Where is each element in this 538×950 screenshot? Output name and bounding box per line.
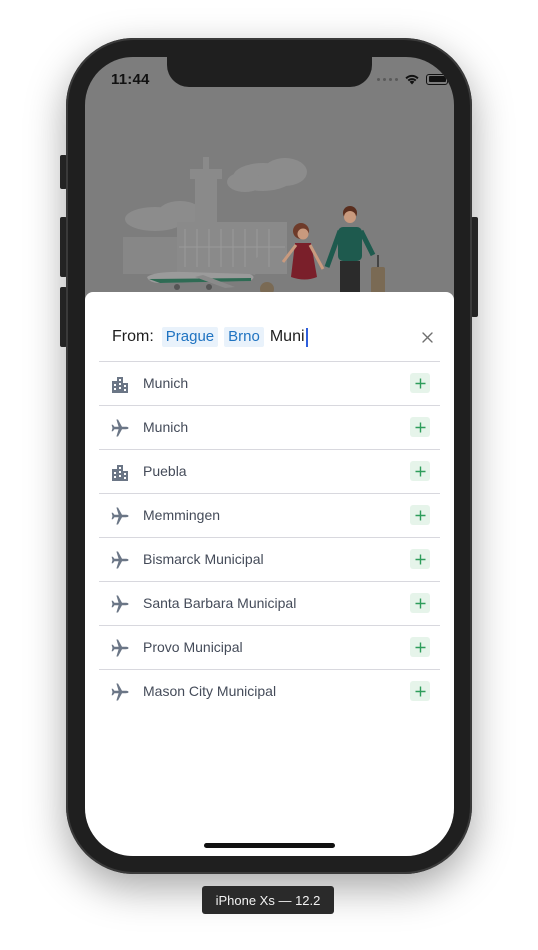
- result-label: Munich: [143, 375, 189, 391]
- result-item[interactable]: Bismarck Municipal: [99, 538, 440, 582]
- results-list: Munich Munich Puebla Memmingen Bismarck …: [99, 362, 440, 713]
- add-button[interactable]: [410, 681, 430, 701]
- plus-icon: [415, 510, 425, 520]
- from-label: From:: [112, 328, 154, 345]
- power-button: [471, 217, 478, 317]
- airplane-icon: [111, 551, 129, 569]
- result-item[interactable]: Mason City Municipal: [99, 670, 440, 713]
- result-label: Bismarck Municipal: [143, 551, 264, 567]
- add-button[interactable]: [410, 461, 430, 481]
- add-button[interactable]: [410, 637, 430, 657]
- result-label: Mason City Municipal: [143, 683, 277, 699]
- add-button[interactable]: [410, 549, 430, 569]
- result-item[interactable]: Provo Municipal: [99, 626, 440, 670]
- plus-icon: [415, 598, 425, 608]
- airplane-icon: [111, 639, 129, 657]
- wifi-icon: [405, 74, 419, 85]
- selected-chip-prague[interactable]: Prague: [161, 327, 219, 347]
- notch: [167, 57, 372, 87]
- search-input[interactable]: Muni: [270, 328, 305, 346]
- search-field[interactable]: From: Prague Brno Muni: [112, 325, 434, 349]
- result-label: Provo Municipal: [143, 639, 243, 655]
- result-item[interactable]: Puebla: [99, 450, 440, 494]
- phone-screen: 11:44 From: Prague Brno Muni Munich Muni…: [85, 57, 454, 856]
- signal-icon: [377, 77, 398, 81]
- airplane-icon: [111, 507, 129, 525]
- add-button[interactable]: [410, 373, 430, 393]
- selected-chip-brno[interactable]: Brno: [224, 327, 264, 347]
- add-button[interactable]: [410, 505, 430, 525]
- battery-icon: [426, 73, 451, 85]
- plus-icon: [415, 466, 425, 476]
- result-label: Memmingen: [143, 507, 221, 523]
- result-label: Santa Barbara Municipal: [143, 595, 297, 611]
- plus-icon: [415, 554, 425, 564]
- status-icons: [377, 73, 451, 85]
- result-item[interactable]: Memmingen: [99, 494, 440, 538]
- add-button[interactable]: [410, 417, 430, 437]
- text-caret: [305, 327, 308, 347]
- airplane-icon: [111, 595, 129, 613]
- plus-icon: [415, 378, 425, 388]
- clear-search-button[interactable]: [418, 328, 436, 346]
- plus-icon: [415, 422, 425, 432]
- close-icon: [421, 331, 433, 343]
- result-item[interactable]: Munich: [99, 362, 440, 406]
- home-indicator[interactable]: [204, 843, 335, 848]
- device-label: iPhone Xs — 12.2: [202, 886, 334, 914]
- status-time: 11:44: [111, 71, 150, 88]
- city-icon: [112, 465, 128, 481]
- plus-icon: [415, 642, 425, 652]
- search-sheet: From: Prague Brno Muni Munich Munich Pue…: [85, 292, 454, 856]
- plus-icon: [415, 686, 425, 696]
- travel-illustration: [123, 157, 385, 295]
- result-item[interactable]: Santa Barbara Municipal: [99, 582, 440, 626]
- airplane-icon: [111, 419, 129, 437]
- city-icon: [112, 377, 128, 393]
- result-item[interactable]: Munich: [99, 406, 440, 450]
- result-label: Munich: [143, 419, 189, 435]
- result-label: Puebla: [143, 463, 187, 479]
- airplane-icon: [111, 683, 129, 701]
- add-button[interactable]: [410, 593, 430, 613]
